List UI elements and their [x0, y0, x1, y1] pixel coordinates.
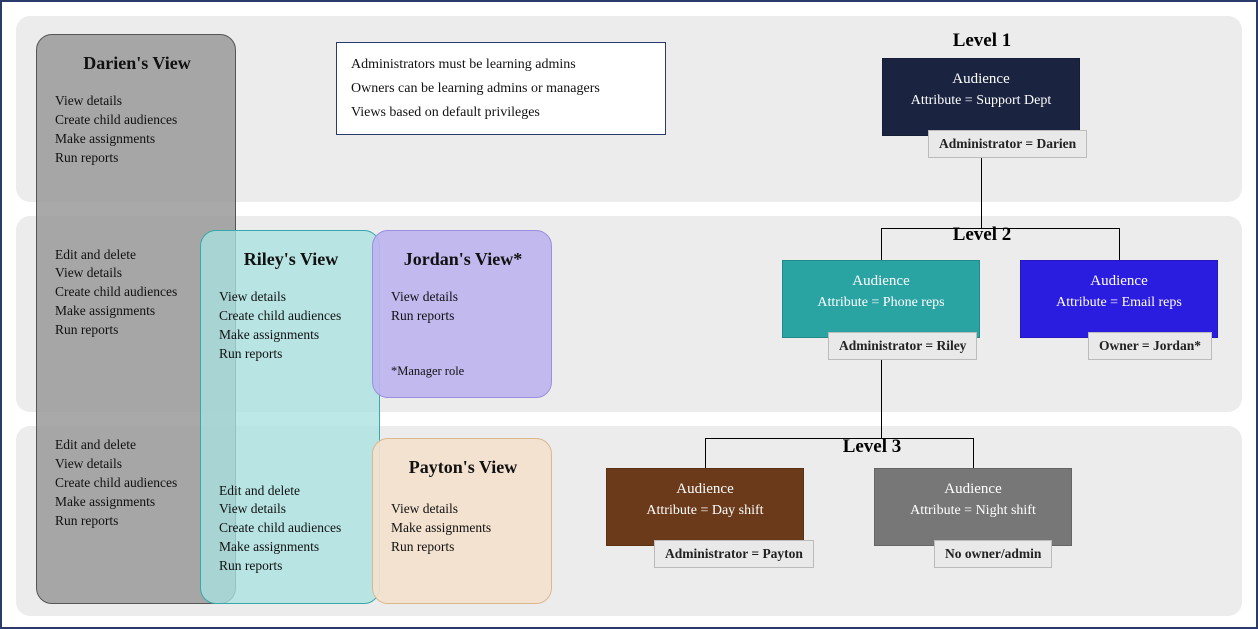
- audience-title: Audience: [1021, 271, 1217, 293]
- rules-line: Views based on default privileges: [351, 101, 651, 125]
- priv-item: Run reports: [55, 512, 219, 531]
- audience-attribute: Attribute = Phone reps: [783, 293, 979, 313]
- priv-item: Make assignments: [55, 493, 219, 512]
- priv-item: View details: [219, 500, 363, 519]
- priv-item: Run reports: [391, 307, 535, 326]
- view-title: Jordan's View*: [391, 249, 535, 270]
- priv-item: Make assignments: [55, 302, 219, 321]
- connector: [1119, 228, 1120, 260]
- rules-box: Administrators must be learning admins O…: [336, 42, 666, 135]
- priv-item: Run reports: [219, 557, 363, 576]
- priv-item: Make assignments: [55, 130, 219, 149]
- priv-item: Run reports: [55, 149, 219, 168]
- audience-phone-reps: Audience Attribute = Phone reps: [782, 260, 980, 338]
- priv-item: View details: [55, 92, 219, 111]
- priv-item: Create child audiences: [55, 283, 219, 302]
- role-tag-email: Owner = Jordan*: [1088, 332, 1212, 360]
- priv-item: Edit and delete: [55, 436, 219, 455]
- riley-level3-privs: Edit and delete View details Create chil…: [219, 482, 363, 576]
- priv-item: Create child audiences: [55, 474, 219, 493]
- jordan-manager-note: *Manager role: [391, 364, 535, 379]
- darien-level2-privs: Edit and delete View details Create chil…: [55, 246, 219, 340]
- audience-title: Audience: [875, 479, 1071, 501]
- priv-item: Edit and delete: [55, 246, 219, 265]
- audience-title: Audience: [783, 271, 979, 293]
- audience-night-shift: Audience Attribute = Night shift: [874, 468, 1072, 546]
- connector: [881, 358, 882, 438]
- connector: [705, 438, 706, 468]
- priv-item: Make assignments: [219, 538, 363, 557]
- role-tag-support: Administrator = Darien: [928, 130, 1087, 158]
- view-title: Darien's View: [55, 53, 219, 74]
- jordan-level2-privs: View details Run reports: [391, 288, 535, 326]
- payton-view-card: Payton's View View details Make assignme…: [372, 438, 552, 604]
- audience-attribute: Attribute = Night shift: [875, 501, 1071, 521]
- audience-attribute: Attribute = Email reps: [1021, 293, 1217, 313]
- priv-item: Make assignments: [219, 326, 363, 345]
- priv-item: Run reports: [391, 538, 535, 557]
- audience-attribute: Attribute = Support Dept: [883, 91, 1079, 111]
- view-title: Payton's View: [391, 457, 535, 478]
- priv-item: View details: [391, 500, 535, 519]
- priv-item: Run reports: [55, 321, 219, 340]
- priv-item: View details: [219, 288, 363, 307]
- view-title: Riley's View: [219, 249, 363, 270]
- audience-day-shift: Audience Attribute = Day shift: [606, 468, 804, 546]
- connector: [881, 228, 1119, 229]
- level-3-label: Level 3: [812, 436, 932, 458]
- connector: [981, 156, 982, 228]
- priv-item: Create child audiences: [219, 519, 363, 538]
- audience-support-dept: Audience Attribute = Support Dept: [882, 58, 1080, 136]
- priv-item: View details: [55, 455, 219, 474]
- diagram-frame: Administrators must be learning admins O…: [0, 0, 1258, 629]
- rules-line: Owners can be learning admins or manager…: [351, 77, 651, 101]
- priv-item: Run reports: [219, 345, 363, 364]
- riley-level2-privs: View details Create child audiences Make…: [219, 288, 363, 364]
- audience-title: Audience: [883, 69, 1079, 91]
- darien-level1-privs: View details Create child audiences Make…: [55, 92, 219, 168]
- priv-item: Edit and delete: [219, 482, 363, 501]
- priv-item: Create child audiences: [55, 111, 219, 130]
- rules-line: Administrators must be learning admins: [351, 53, 651, 77]
- darien-level3-privs: Edit and delete View details Create chil…: [55, 436, 219, 530]
- riley-view-card: Riley's View View details Create child a…: [200, 230, 380, 604]
- priv-item: Create child audiences: [219, 307, 363, 326]
- level-1-label: Level 1: [922, 30, 1042, 52]
- priv-item: View details: [55, 264, 219, 283]
- role-tag-phone: Administrator = Riley: [828, 332, 977, 360]
- connector: [881, 228, 882, 260]
- payton-level3-privs: View details Make assignments Run report…: [391, 500, 535, 557]
- audience-title: Audience: [607, 479, 803, 501]
- connector: [973, 438, 974, 468]
- priv-item: View details: [391, 288, 535, 307]
- role-tag-night: No owner/admin: [934, 540, 1052, 568]
- audience-email-reps: Audience Attribute = Email reps: [1020, 260, 1218, 338]
- audience-attribute: Attribute = Day shift: [607, 501, 803, 521]
- connector: [705, 438, 973, 439]
- jordan-view-card: Jordan's View* View details Run reports …: [372, 230, 552, 398]
- role-tag-day: Administrator = Payton: [654, 540, 814, 568]
- priv-item: Make assignments: [391, 519, 535, 538]
